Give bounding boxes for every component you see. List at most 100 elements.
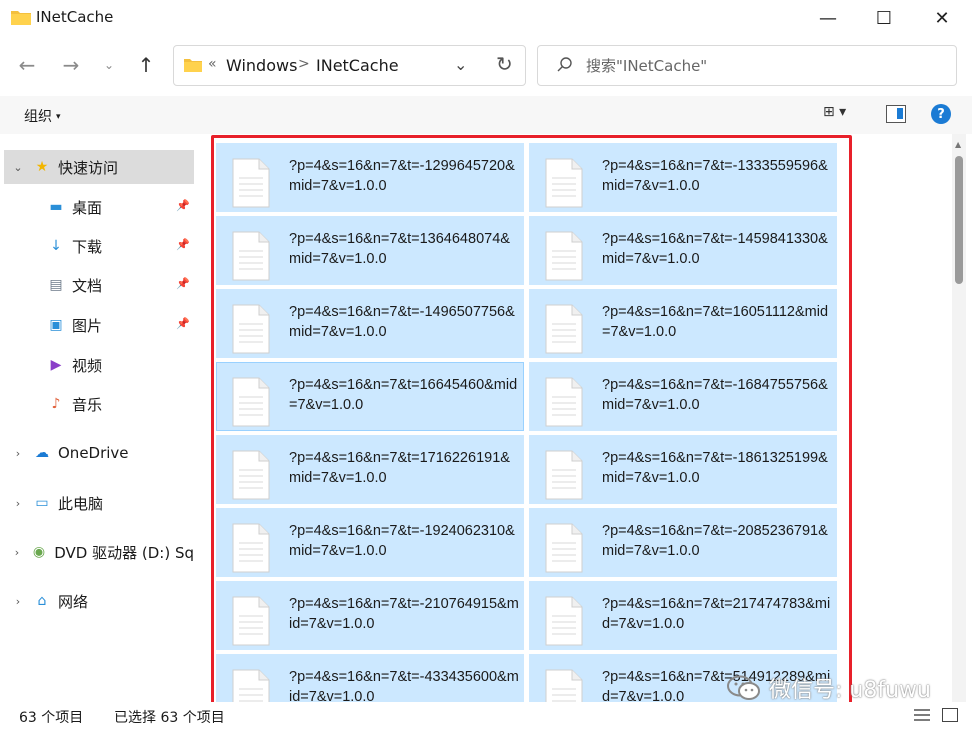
chevron-right-icon[interactable]: › [4, 497, 32, 510]
network-icon: ⌂ [37, 593, 47, 609]
pin-icon: 📌 [176, 238, 190, 251]
file-name: ?p=4&s=16&n=7&t=1716226191&mid=7&v=1.0.0 [289, 450, 510, 486]
details-view-icon[interactable] [914, 708, 930, 722]
file-tile[interactable]: ?p=4&s=16&n=7&t=1364648074&mid=7&v=1.0.0 [216, 216, 524, 285]
minimize-button[interactable]: — [800, 0, 856, 36]
help-icon[interactable]: ? [931, 104, 951, 124]
dvd-drive-icon: ◉ [32, 544, 46, 560]
file-tile[interactable]: ?p=4&s=16&n=7&t=-1924062310&mid=7&v=1.0.… [216, 508, 524, 577]
scrollbar-thumb[interactable] [955, 156, 963, 284]
breadcrumb-overflow[interactable]: « [208, 56, 217, 72]
file-tile[interactable]: ?p=4&s=16&n=7&t=16645460&mid=7&v=1.0.0 [216, 362, 524, 431]
command-bar: 组织 ▾ ⊞ ▾ [0, 96, 972, 134]
sidebar-item-label: OneDrive [58, 444, 129, 462]
file-tile[interactable]: ?p=4&s=16&n=7&t=-1496507756&mid=7&v=1.0.… [216, 289, 524, 358]
organize-label: 组织 [24, 109, 52, 125]
file-name: ?p=4&s=16&n=7&t=-433435600&mid=7&v=1.0.0 [289, 669, 519, 702]
folder-icon [11, 11, 31, 25]
file-name: ?p=4&s=16&n=7&t=1364648074&mid=7&v=1.0.0 [289, 231, 510, 267]
download-icon: ↓ [50, 238, 62, 254]
file-tile[interactable]: ?p=4&s=16&n=7&t=-1333559596&mid=7&v=1.0.… [529, 143, 837, 212]
file-icon [232, 596, 270, 646]
chevron-right-icon[interactable]: › [4, 546, 30, 559]
file-icon [232, 523, 270, 573]
file-icon [545, 158, 583, 208]
sidebar-item-label: 此电脑 [58, 494, 104, 513]
window-title: INetCache [36, 8, 114, 26]
wechat-icon [727, 675, 760, 700]
organize-menu[interactable]: 组织 ▾ [24, 106, 61, 126]
chevron-right-icon[interactable]: › [4, 447, 32, 460]
file-name: ?p=4&s=16&n=7&t=-1684755756&mid=7&v=1.0.… [602, 377, 828, 413]
music-icon: ♪ [51, 396, 61, 412]
computer-icon: ▭ [35, 495, 49, 511]
folder-icon [184, 59, 202, 72]
file-tile[interactable]: ?p=4&s=16&n=7&t=-1861325199&mid=7&v=1.0.… [529, 435, 837, 504]
file-icon [232, 377, 270, 427]
sidebar-item-label: 音乐 [72, 395, 103, 414]
sidebar-item-videos[interactable]: ▶ 视频 [4, 348, 194, 382]
sidebar-item-label: 图片 [72, 316, 103, 335]
address-bar[interactable]: « Windows > INetCache ⌄ ↻ [173, 45, 526, 86]
vertical-scrollbar[interactable]: ▲ [952, 134, 966, 702]
file-icon [232, 158, 270, 208]
sidebar-item-network[interactable]: › ⌂ 网络 [4, 584, 194, 618]
sidebar-item-label: 下载 [72, 237, 103, 256]
file-icon [545, 669, 583, 702]
file-tile[interactable]: ?p=4&s=16&n=7&t=-1299645720&mid=7&v=1.0.… [216, 143, 524, 212]
sidebar-item-pictures[interactable]: ▣ 图片 📌 [4, 308, 194, 342]
file-tile[interactable]: ?p=4&s=16&n=7&t=-1684755756&mid=7&v=1.0.… [529, 362, 837, 431]
file-tile[interactable]: ?p=4&s=16&n=7&t=-433435600&mid=7&v=1.0.0 [216, 654, 524, 702]
up-button[interactable]: ↑ [131, 50, 161, 80]
chevron-down-icon[interactable]: ⌄ [454, 55, 467, 74]
title-bar: INetCache — ☐ ✕ [0, 0, 972, 36]
pin-icon: 📌 [176, 199, 190, 212]
file-icon [545, 231, 583, 281]
recent-locations-button[interactable]: ⌄ [94, 50, 124, 80]
file-tile[interactable]: ?p=4&s=16&n=7&t=-210764915&mid=7&v=1.0.0 [216, 581, 524, 650]
file-icon [545, 450, 583, 500]
file-tile[interactable]: ?p=4&s=16&n=7&t=217474783&mid=7&v=1.0.0 [529, 581, 837, 650]
search-input[interactable] [586, 54, 926, 78]
back-button[interactable]: ← [12, 50, 42, 80]
file-tile[interactable]: ?p=4&s=16&n=7&t=16051112&mid=7&v=1.0.0 [529, 289, 837, 358]
file-tile[interactable]: ?p=4&s=16&n=7&t=-2085236791&mid=7&v=1.0.… [529, 508, 837, 577]
sidebar-item-downloads[interactable]: ↓ 下载 📌 [4, 229, 194, 263]
file-tile[interactable]: ?p=4&s=16&n=7&t=1716226191&mid=7&v=1.0.0 [216, 435, 524, 504]
sidebar-item-this-pc[interactable]: › ▭ 此电脑 [4, 486, 194, 520]
pictures-icon: ▣ [49, 317, 63, 333]
navigation-pane: ⌄ ★ 快速访问 ▬ 桌面 📌 ↓ 下载 📌 ▤ 文档 📌 ▣ 图片 📌 ▶ 视… [0, 140, 200, 700]
file-name: ?p=4&s=16&n=7&t=-1924062310&mid=7&v=1.0.… [289, 523, 515, 559]
sidebar-item-label: 快速访问 [58, 158, 119, 177]
sidebar-item-music[interactable]: ♪ 音乐 [4, 387, 194, 421]
scroll-up-icon[interactable]: ▲ [955, 140, 961, 149]
chevron-down-icon[interactable]: ⌄ [4, 161, 32, 174]
chevron-right-icon[interactable]: › [4, 595, 32, 608]
file-icon [232, 304, 270, 354]
search-box[interactable] [537, 45, 957, 86]
watermark: 微信号: u8fuwu [727, 672, 931, 704]
file-tile[interactable]: ?p=4&s=16&n=7&t=-1459841330&mid=7&v=1.0.… [529, 216, 837, 285]
refresh-icon[interactable]: ↻ [496, 52, 513, 76]
large-icons-view-icon[interactable] [942, 708, 958, 722]
watermark-text: 微信号: u8fuwu [769, 678, 931, 703]
file-name: ?p=4&s=16&n=7&t=16051112&mid=7&v=1.0.0 [602, 304, 829, 340]
pin-icon: 📌 [176, 317, 190, 330]
file-name: ?p=4&s=16&n=7&t=217474783&mid=7&v=1.0.0 [602, 596, 831, 632]
sidebar-item-label: 文档 [72, 276, 103, 295]
sidebar-item-quick-access[interactable]: ⌄ ★ 快速访问 [4, 150, 194, 184]
forward-button[interactable]: → [56, 50, 86, 80]
change-view-button[interactable]: ⊞ ▾ [823, 104, 863, 126]
sidebar-item-documents[interactable]: ▤ 文档 📌 [4, 268, 194, 302]
sidebar-item-label: DVD 驱动器 (D:) Sq [54, 543, 194, 562]
sidebar-item-dvd-drive[interactable]: › ◉ DVD 驱动器 (D:) Sq [4, 535, 194, 569]
sidebar-item-onedrive[interactable]: › ☁ OneDrive [4, 436, 194, 470]
preview-pane-icon[interactable] [886, 105, 906, 123]
maximize-button[interactable]: ☐ [856, 0, 912, 36]
breadcrumb-windows[interactable]: Windows [226, 56, 297, 75]
breadcrumb-inetcache[interactable]: INetCache [316, 56, 399, 75]
file-name: ?p=4&s=16&n=7&t=-1496507756&mid=7&v=1.0.… [289, 304, 515, 340]
breadcrumb-separator[interactable]: > [298, 56, 310, 72]
sidebar-item-desktop[interactable]: ▬ 桌面 📌 [4, 190, 194, 224]
close-button[interactable]: ✕ [914, 0, 970, 36]
